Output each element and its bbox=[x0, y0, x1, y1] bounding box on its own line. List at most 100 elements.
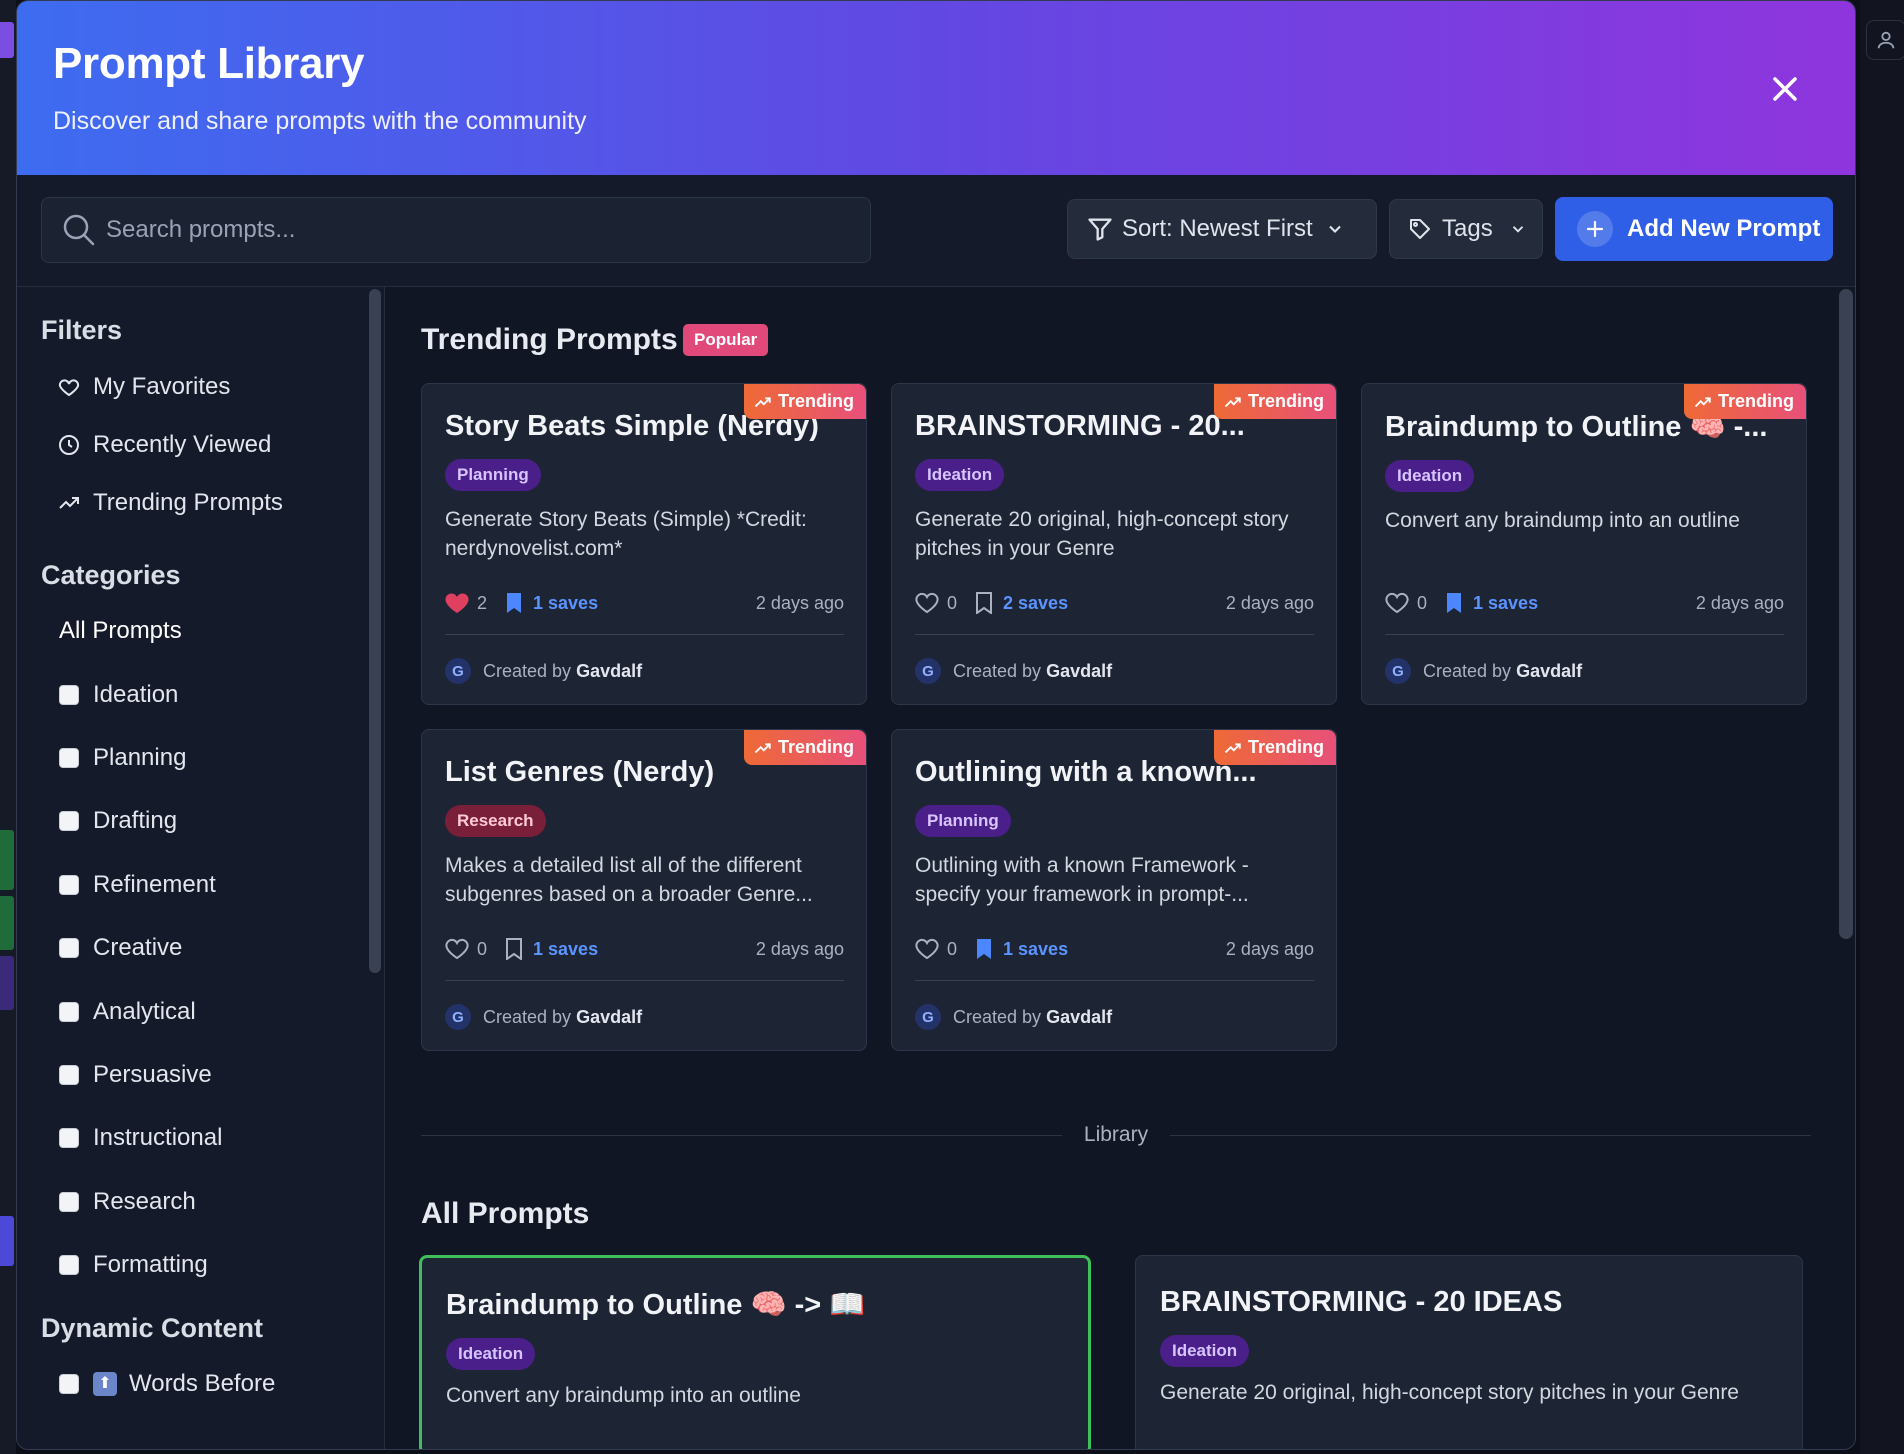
category-formatting[interactable]: Formatting bbox=[41, 1234, 384, 1297]
card-creator: G Created by Gavdalf bbox=[915, 1004, 1112, 1030]
user-icon[interactable] bbox=[1866, 20, 1904, 60]
category-ideation[interactable]: Ideation bbox=[41, 663, 384, 726]
card-creator: G Created by Gavdalf bbox=[1385, 658, 1582, 684]
main-scrollbar[interactable] bbox=[1839, 289, 1853, 939]
checkbox[interactable] bbox=[59, 874, 79, 895]
card-stats: 0 1 saves 2 days ago bbox=[1385, 592, 1784, 614]
save-button[interactable]: 1 saves bbox=[975, 938, 1068, 960]
prompt-card-title: BRAINSTORMING - 20 IDEAS bbox=[1160, 1286, 1563, 1318]
arrow-up-emoji-icon: ⬆ bbox=[93, 1371, 117, 1396]
filter-label: Recently Viewed bbox=[93, 431, 272, 458]
dynamic-item-words-before[interactable]: ⬆ Words Before bbox=[41, 1352, 384, 1415]
checkbox[interactable] bbox=[59, 811, 79, 832]
sort-dropdown[interactable]: Sort: Newest First bbox=[1067, 199, 1377, 259]
like-count: 0 bbox=[947, 938, 958, 959]
filters-sidebar: Filters My Favorites Recently Viewed Tre… bbox=[17, 287, 385, 1449]
filter-label: Trending Prompts bbox=[93, 489, 283, 516]
category-research[interactable]: Research bbox=[41, 1170, 384, 1233]
save-button[interactable]: 1 saves bbox=[505, 592, 598, 614]
trending-icon bbox=[1694, 396, 1711, 407]
category-creative[interactable]: Creative bbox=[41, 917, 384, 980]
like-count: 2 bbox=[477, 592, 488, 613]
modal-body: Filters My Favorites Recently Viewed Tre… bbox=[17, 287, 1855, 1449]
like-button[interactable]: 0 bbox=[445, 938, 487, 960]
category-label: Ideation bbox=[93, 680, 179, 708]
checkbox[interactable] bbox=[59, 1373, 79, 1394]
search-input[interactable] bbox=[106, 216, 846, 244]
sidebar-scrollbar[interactable] bbox=[369, 289, 381, 973]
trending-badge-label: Trending bbox=[778, 391, 854, 411]
trending-prompt-card[interactable]: Trending List Genres (Nerdy) Research Makes… bbox=[421, 729, 867, 1051]
search-icon bbox=[63, 214, 95, 246]
category-persuasive[interactable]: Persuasive bbox=[41, 1043, 384, 1106]
save-count: 2 saves bbox=[1003, 592, 1069, 613]
heart-icon bbox=[915, 938, 939, 960]
trending-prompt-card[interactable]: Trending Braindump to Outline 🧠 -... Ideat… bbox=[1361, 383, 1807, 705]
trending-badge-label: Trending bbox=[1718, 391, 1794, 411]
card-divider bbox=[915, 980, 1314, 981]
like-count: 0 bbox=[477, 938, 488, 959]
card-timestamp: 2 days ago bbox=[755, 938, 844, 959]
bookmark-filled-icon bbox=[977, 939, 992, 959]
card-stats: 0 1 saves 2 days ago bbox=[445, 938, 844, 960]
trending-badge: Trending bbox=[744, 730, 866, 765]
checkbox[interactable] bbox=[59, 1255, 79, 1276]
checkbox[interactable] bbox=[59, 1191, 79, 1212]
prompt-card-description: Makes a detailed list all of the differe… bbox=[445, 854, 813, 906]
author-name: Gavdalf bbox=[576, 660, 643, 681]
library-divider: Library bbox=[421, 1123, 1812, 1147]
filter-my-favorites[interactable]: My Favorites bbox=[41, 358, 384, 416]
category-label: Instructional bbox=[93, 1124, 223, 1152]
chevron-down-icon bbox=[1328, 225, 1341, 233]
save-count: 1 saves bbox=[1003, 938, 1069, 959]
trending-badge: Trending bbox=[744, 384, 866, 419]
card-stats: 2 1 saves 2 days ago bbox=[445, 592, 844, 614]
category-pill: Ideation bbox=[1385, 460, 1475, 492]
save-button[interactable]: 1 saves bbox=[1445, 592, 1538, 614]
filter-trending-prompts[interactable]: Trending Prompts bbox=[41, 474, 384, 532]
dynamic-content-heading: Dynamic Content bbox=[41, 1312, 264, 1343]
modal-subtitle: Discover and share prompts with the comm… bbox=[53, 107, 587, 135]
background-chip bbox=[0, 956, 14, 1010]
category-instructional[interactable]: Instructional bbox=[41, 1107, 384, 1170]
category-analytical[interactable]: Analytical bbox=[41, 980, 384, 1043]
filter-recently-viewed[interactable]: Recently Viewed bbox=[41, 416, 384, 474]
prompt-card-description: Convert any braindump into an outline bbox=[446, 1384, 801, 1407]
checkbox[interactable] bbox=[59, 1128, 79, 1149]
background-chip bbox=[0, 896, 14, 950]
like-button[interactable]: 0 bbox=[915, 938, 957, 960]
like-button[interactable]: 0 bbox=[1385, 592, 1427, 614]
category-refinement[interactable]: Refinement bbox=[41, 853, 384, 916]
checkbox[interactable] bbox=[59, 684, 79, 705]
trending-prompt-card[interactable]: Trending Outlining with a known... Plannin… bbox=[891, 729, 1337, 1051]
save-button[interactable]: 2 saves bbox=[975, 592, 1068, 614]
trending-icon bbox=[754, 396, 771, 407]
plus-icon bbox=[1577, 211, 1613, 247]
tags-dropdown[interactable]: Tags bbox=[1389, 199, 1543, 259]
category-all-prompts[interactable]: All Prompts bbox=[41, 599, 384, 663]
trending-prompt-card[interactable]: Trending BRAINSTORMING - 20... Ideation Gen… bbox=[891, 383, 1337, 705]
created-by-label: Created by bbox=[483, 660, 572, 681]
trending-badge-label: Trending bbox=[1248, 737, 1324, 757]
prompt-card-description: Generate 20 original, high-concept story… bbox=[1160, 1381, 1739, 1404]
trending-prompt-card[interactable]: Trending Story Beats Simple (Nerdy) Planni… bbox=[421, 383, 867, 705]
like-button[interactable]: 0 bbox=[915, 592, 957, 614]
sort-label: Sort: Newest First bbox=[1122, 215, 1313, 242]
checkbox[interactable] bbox=[59, 748, 79, 769]
category-drafting[interactable]: Drafting bbox=[41, 790, 384, 853]
save-button[interactable]: 1 saves bbox=[505, 938, 598, 960]
like-count: 0 bbox=[1417, 592, 1428, 613]
checkbox[interactable] bbox=[59, 1001, 79, 1022]
tag-icon bbox=[1410, 219, 1430, 239]
prompt-card-selected[interactable]: Braindump to Outline 🧠 -> 📖 Ideation Con… bbox=[419, 1255, 1091, 1449]
categories-heading: Categories bbox=[41, 560, 181, 590]
prompt-card[interactable]: BRAINSTORMING - 20 IDEAS Ideation Genera… bbox=[1135, 1255, 1803, 1449]
checkbox[interactable] bbox=[59, 1065, 79, 1086]
checkbox[interactable] bbox=[59, 938, 79, 959]
card-timestamp: 2 days ago bbox=[1225, 938, 1314, 959]
like-button[interactable]: 2 bbox=[445, 592, 487, 614]
category-planning[interactable]: Planning bbox=[41, 726, 384, 789]
close-button[interactable] bbox=[1765, 69, 1805, 109]
clock-icon bbox=[59, 435, 79, 455]
add-new-prompt-button[interactable]: Add New Prompt bbox=[1555, 197, 1833, 261]
